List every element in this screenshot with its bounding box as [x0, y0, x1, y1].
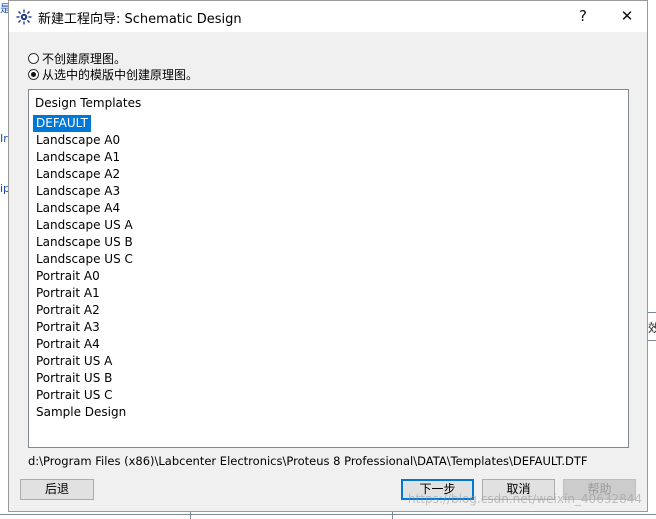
template-list-item[interactable]: Landscape A4: [33, 200, 136, 217]
background-grid-line: [190, 512, 191, 519]
background-fragment: Ir: [0, 132, 8, 145]
template-list-item[interactable]: Portrait A1: [33, 285, 136, 302]
radio-label: 不创建原理图。: [42, 51, 127, 66]
list-header: Design Templates: [35, 96, 142, 110]
template-list-item[interactable]: Sample Design: [33, 404, 136, 421]
template-list-item[interactable]: DEFAULT: [33, 115, 91, 132]
back-button[interactable]: 后退: [20, 479, 94, 500]
template-list-item[interactable]: Portrait A3: [33, 319, 136, 336]
help-icon[interactable]: ?: [574, 7, 592, 25]
title-bar[interactable]: 新建工程向导: Schematic Design ? ✕: [9, 1, 647, 32]
radio-no-schematic[interactable]: 不创建原理图。: [28, 50, 126, 66]
background-grid-line: [0, 514, 656, 515]
watermark: https://blog.csdn.net/weixin_40632844: [407, 492, 642, 506]
radio-label: 从选中的模版中创建原理图。: [42, 67, 199, 82]
radio-button-checked[interactable]: [28, 68, 39, 80]
template-list-item[interactable]: Portrait US A: [33, 353, 136, 370]
template-list-item[interactable]: Landscape US B: [33, 234, 136, 251]
template-list-item[interactable]: Landscape A3: [33, 183, 136, 200]
design-templates-list[interactable]: Design Templates DEFAULT Landscape A0 Land…: [28, 89, 629, 448]
template-list-item[interactable]: Landscape US C: [33, 251, 136, 268]
radio-from-template[interactable]: 从选中的模版中创建原理图。: [28, 66, 198, 82]
background-table-cell: 效: [648, 321, 656, 335]
background-grid-line: [648, 340, 656, 341]
template-path: d:\Program Files (x86)\Labcenter Electro…: [28, 454, 588, 468]
template-list-item[interactable]: Landscape US A: [33, 217, 136, 234]
template-list-item[interactable]: Portrait US B: [33, 370, 136, 387]
background-grid-line: [392, 512, 393, 519]
template-list-item[interactable]: Portrait A0: [33, 268, 136, 285]
template-list-item[interactable]: Landscape A2: [33, 166, 136, 183]
template-list-item[interactable]: Landscape A1: [33, 149, 136, 166]
dialog-title: 新建工程向导: Schematic Design: [38, 12, 242, 27]
template-items: DEFAULT Landscape A0 Landscape A1 Landscape…: [33, 115, 136, 421]
new-project-wizard-dialog: 新建工程向导: Schematic Design ? ✕ 不创建原理图。 从选中…: [8, 0, 648, 512]
radio-button[interactable]: [28, 52, 39, 64]
proteus-app-icon: [16, 9, 32, 25]
template-list-item[interactable]: Landscape A0: [33, 132, 136, 149]
template-list-item[interactable]: Portrait A2: [33, 302, 136, 319]
template-list-item[interactable]: Portrait A4: [33, 336, 136, 353]
close-icon[interactable]: ✕: [618, 7, 636, 25]
template-list-item[interactable]: Portrait US C: [33, 387, 136, 404]
background-grid-line: [648, 312, 656, 313]
